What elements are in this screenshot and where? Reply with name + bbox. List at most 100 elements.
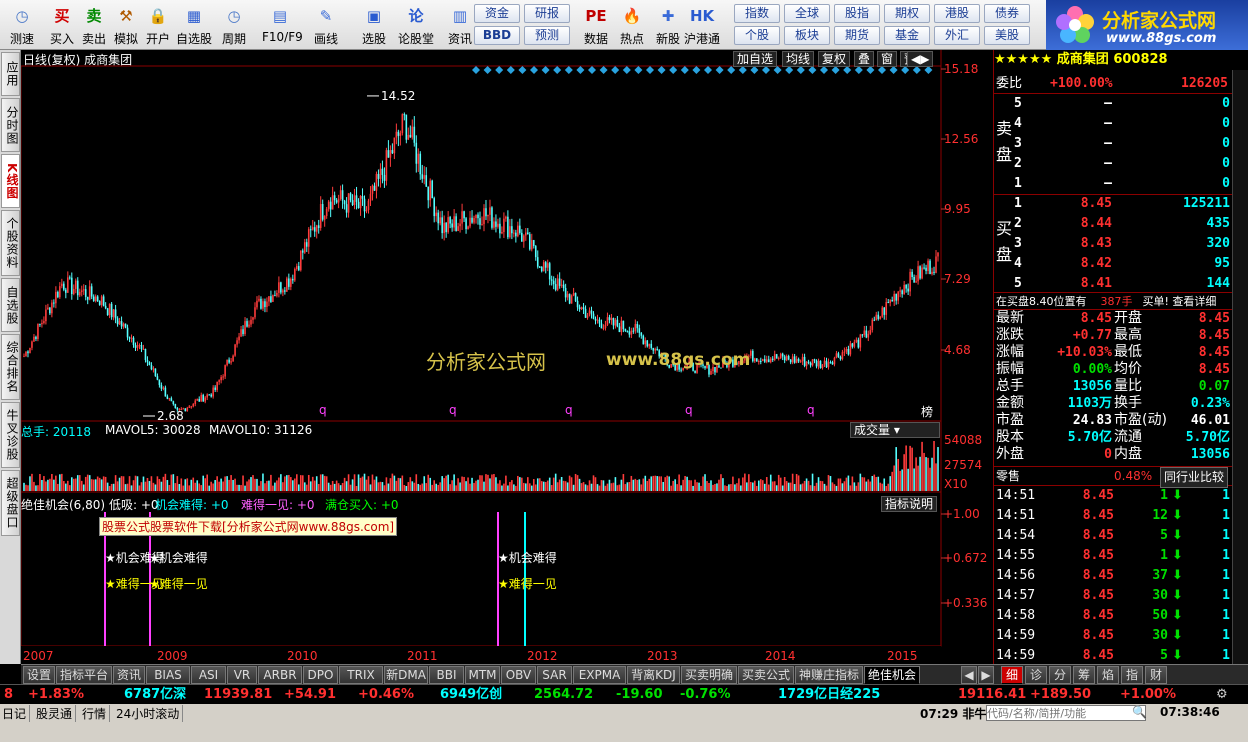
chart-nav-button[interactable]: ◀▶	[907, 51, 934, 67]
right-scrollbar[interactable]	[1232, 70, 1248, 664]
compare-button[interactable]: 同行业比较	[1160, 467, 1229, 488]
bbd-button[interactable]: BBD	[474, 26, 520, 45]
toolbar-button-0[interactable]: ◷ 测速	[4, 2, 40, 48]
toolbar-button-5[interactable]: ▦ 自选股	[176, 2, 212, 48]
market-button-0-5[interactable]: 债券	[984, 4, 1030, 23]
chart-header-button-0[interactable]: 加自选	[733, 51, 778, 67]
chart-header-button-3[interactable]: 叠	[854, 51, 875, 67]
search-input[interactable]	[986, 705, 1146, 721]
toolbar-button-7[interactable]: ▤ F10/F9	[262, 2, 303, 48]
indicator-tab-2[interactable]: 资讯	[113, 666, 145, 684]
order-notice[interactable]: 在买盘8.40位置有 387手 买单! 查看详细	[994, 292, 1248, 310]
toolbar-button-9[interactable]: ▣ 选股	[356, 2, 392, 48]
side-tab-watchlist[interactable]: 自选股	[1, 278, 20, 332]
indicator-tab-0[interactable]: 设置	[23, 666, 55, 684]
candle-body	[903, 284, 905, 295]
market-button-0-4[interactable]: 港股	[934, 4, 980, 23]
side-tab-diagnosis[interactable]: 牛叉诊股	[1, 402, 20, 468]
search-icon[interactable]: 🔍	[1132, 705, 1147, 719]
status-item-0[interactable]: 日记	[2, 705, 31, 722]
status-item-1[interactable]: 股灵通	[36, 705, 77, 722]
volume-dropdown[interactable]: 成交量 ▾	[850, 422, 940, 438]
side-tab-kline[interactable]: K线图	[1, 154, 20, 208]
indicator-tab-13[interactable]: SAR	[537, 666, 572, 684]
indicator-tab-6[interactable]: ARBR	[258, 666, 302, 684]
toolbar-button-12[interactable]: PE 数据	[578, 2, 614, 48]
indicator-tab-8[interactable]: TRIX	[339, 666, 383, 684]
toolbar-button-15[interactable]: HK 沪港通	[684, 2, 720, 48]
quote-tab-2[interactable]: 分	[1049, 666, 1071, 684]
volume-bar	[246, 481, 248, 491]
indicator-tab-17[interactable]: 买卖公式	[738, 666, 794, 684]
market-button-1-1[interactable]: 板块	[784, 26, 830, 45]
indicator-tab-9[interactable]: 新DMA	[384, 666, 428, 684]
quote-tab-0[interactable]: 细	[1001, 666, 1023, 684]
quote-tab-5[interactable]: 指	[1121, 666, 1143, 684]
indicator-explain-button[interactable]: 指标说明	[881, 496, 938, 512]
indicator-tab-4[interactable]: ASI	[191, 666, 226, 684]
toolbar-button-4[interactable]: 🔒 开户	[140, 2, 176, 48]
side-tab-minute-chart[interactable]: 分时图	[1, 98, 20, 152]
indicator-tab-10[interactable]: BBI	[429, 666, 464, 684]
quote-tab-1[interactable]: 诊	[1025, 666, 1047, 684]
indicator-tab-11[interactable]: MTM	[465, 666, 500, 684]
toolbar-button-11[interactable]: ▥ 资讯	[442, 2, 478, 48]
indicator-tab-12[interactable]: OBV	[501, 666, 536, 684]
market-button-1-4[interactable]: 外汇	[934, 26, 980, 45]
chart-header-button-4[interactable]: 窗	[877, 51, 898, 67]
volume-bar	[457, 478, 459, 491]
toolbar-button-10[interactable]: 论论股堂	[398, 2, 434, 48]
side-tab-stock-info[interactable]: 个股资料	[1, 210, 20, 276]
side-tab-ranking[interactable]: 综合排名	[1, 334, 20, 400]
toolbar-button-2[interactable]: 卖卖出	[76, 2, 112, 48]
indicator-tab-14[interactable]: EXPMA	[573, 666, 626, 684]
rank-badge[interactable]: 榜	[921, 404, 933, 419]
toolbar-button-3[interactable]: ⚒ 模拟	[108, 2, 144, 48]
market-button-1-2[interactable]: 期货	[834, 26, 880, 45]
ad-banner[interactable]: 股票公式股票软件下载[分析家公式网www.88gs.com]	[99, 517, 398, 536]
indicator-tab-16[interactable]: 买卖明确	[681, 666, 737, 684]
toolbar-button-13[interactable]: 🔥 热点	[614, 2, 650, 48]
quote-tab-4[interactable]: 焰	[1097, 666, 1119, 684]
candle-body	[154, 368, 157, 377]
indicator-tab-5[interactable]: VR	[227, 666, 257, 684]
indicator-tab-3[interactable]: BIAS	[146, 666, 190, 684]
candle-body	[156, 376, 159, 380]
volume-bar	[676, 484, 678, 491]
tab-scroll-left-icon[interactable]: ◀	[961, 666, 977, 684]
market-button-0-1[interactable]: 全球	[784, 4, 830, 23]
market-button-0-3[interactable]: 期权	[884, 4, 930, 23]
market-button-0-2[interactable]: 股指	[834, 4, 880, 23]
fund-button[interactable]: 资金	[474, 4, 520, 23]
market-button-0-0[interactable]: 指数	[734, 4, 780, 23]
market-button-1-3[interactable]: 基金	[884, 26, 930, 45]
indicator-tab-1[interactable]: 指标平台	[56, 666, 112, 684]
market-button-1-5[interactable]: 美股	[984, 26, 1030, 45]
chart-header-button-1[interactable]: 均线	[782, 51, 815, 67]
side-tab-app[interactable]: 应用	[1, 52, 20, 96]
tick-volume: 50	[1152, 608, 1168, 623]
quote-tab-6[interactable]: 财	[1145, 666, 1167, 684]
indicator-tab-18[interactable]: 神赚庄指标	[795, 666, 863, 684]
forecast-button[interactable]: 预测	[524, 26, 570, 45]
volume-bar	[465, 481, 467, 491]
gear-icon[interactable]: ⚙	[1216, 685, 1228, 704]
kline-chart-area[interactable]: 15.18 12.56 9.95 7.29 4.68 14.52 2.68 q q q q q 榜 540…	[20, 50, 992, 664]
status-item-2[interactable]: 行情	[82, 705, 111, 722]
candle-body	[921, 267, 923, 279]
market-button-1-0[interactable]: 个股	[734, 26, 780, 45]
toolbar-button-6[interactable]: ◷ 周期	[216, 2, 252, 48]
indicator-tab-19[interactable]: 绝佳机会	[864, 666, 920, 684]
research-button[interactable]: 研报	[524, 4, 570, 23]
chart-header-button-2[interactable]: 复权	[818, 51, 851, 67]
toolbar-button-1[interactable]: 买买入	[44, 2, 80, 48]
indicator-tab-7[interactable]: DPO	[303, 666, 338, 684]
side-tab-super-panel[interactable]: 超级盘口	[1, 470, 20, 536]
quote-tab-3[interactable]: 筹	[1073, 666, 1095, 684]
tab-scroll-right-icon[interactable]: ▶	[978, 666, 994, 684]
status-item-3[interactable]: 24小时滚动	[116, 705, 184, 722]
stat-label: 量比	[1114, 378, 1142, 394]
toolbar-button-14[interactable]: ✚ 新股	[650, 2, 686, 48]
toolbar-button-8[interactable]: ✎ 画线	[308, 2, 344, 48]
indicator-tab-15[interactable]: 背离KDJ	[627, 666, 680, 684]
